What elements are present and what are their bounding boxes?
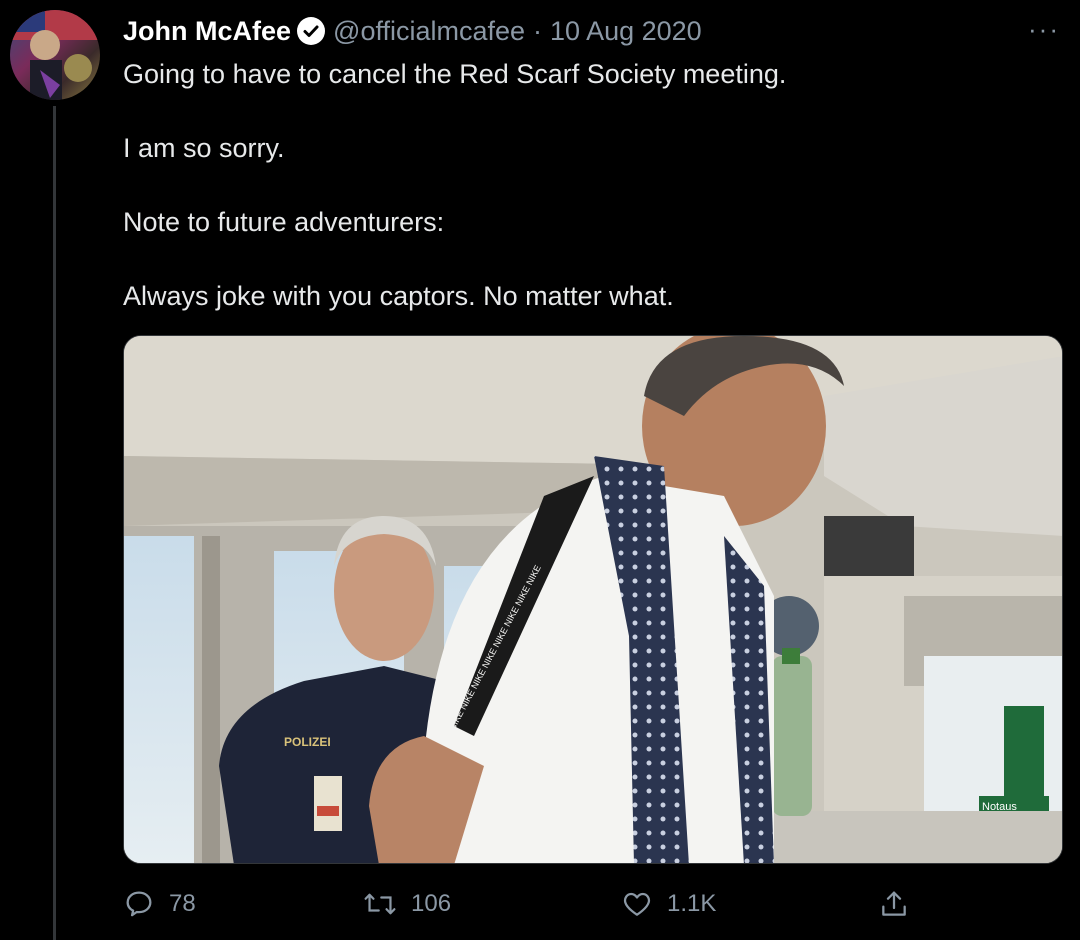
speech-bubble-icon — [126, 891, 152, 917]
author-avatar[interactable] — [10, 10, 100, 100]
tweet-line: Note to future adventurers: — [123, 207, 445, 237]
tweet-actions: 78 106 1.1K — [123, 888, 1063, 928]
tweet-line: Always joke with you captors. No matter … — [123, 281, 674, 311]
tweet-header: John McAfee @officialmcafee · 10 Aug 202… — [123, 14, 702, 48]
tweet-line: I am so sorry. — [123, 133, 285, 163]
share-button[interactable] — [878, 888, 910, 920]
retweet-count: 106 — [411, 890, 452, 917]
uniform-label: POLIZEI — [284, 735, 331, 749]
tweet-text: Going to have to cancel the Red Scarf So… — [123, 56, 1023, 315]
tweet-date[interactable]: 10 Aug 2020 — [550, 14, 702, 48]
more-options-icon[interactable]: ··· — [1028, 14, 1060, 45]
like-count: 1.1K — [667, 890, 717, 917]
like-button[interactable]: 1.1K — [621, 888, 716, 920]
retweet-button[interactable]: 106 — [363, 888, 451, 920]
verified-badge-icon — [297, 17, 326, 45]
author-name[interactable]: John McAfee — [123, 14, 291, 48]
separator-dot: · — [533, 16, 543, 46]
share-upload-icon — [882, 891, 906, 916]
author-handle[interactable]: @officialmcafee — [333, 14, 525, 48]
tweet-line: Going to have to cancel the Red Scarf So… — [123, 59, 787, 89]
thread-line — [53, 106, 56, 940]
tweet-photo[interactable]: Notaus POLIZEI NIKE NIKE NIKE NIKE NIKE … — [123, 335, 1063, 864]
retweet-arrows-icon — [364, 893, 396, 915]
heart-icon — [623, 892, 651, 916]
reply-button[interactable]: 78 — [123, 888, 196, 920]
reply-count: 78 — [169, 890, 196, 917]
